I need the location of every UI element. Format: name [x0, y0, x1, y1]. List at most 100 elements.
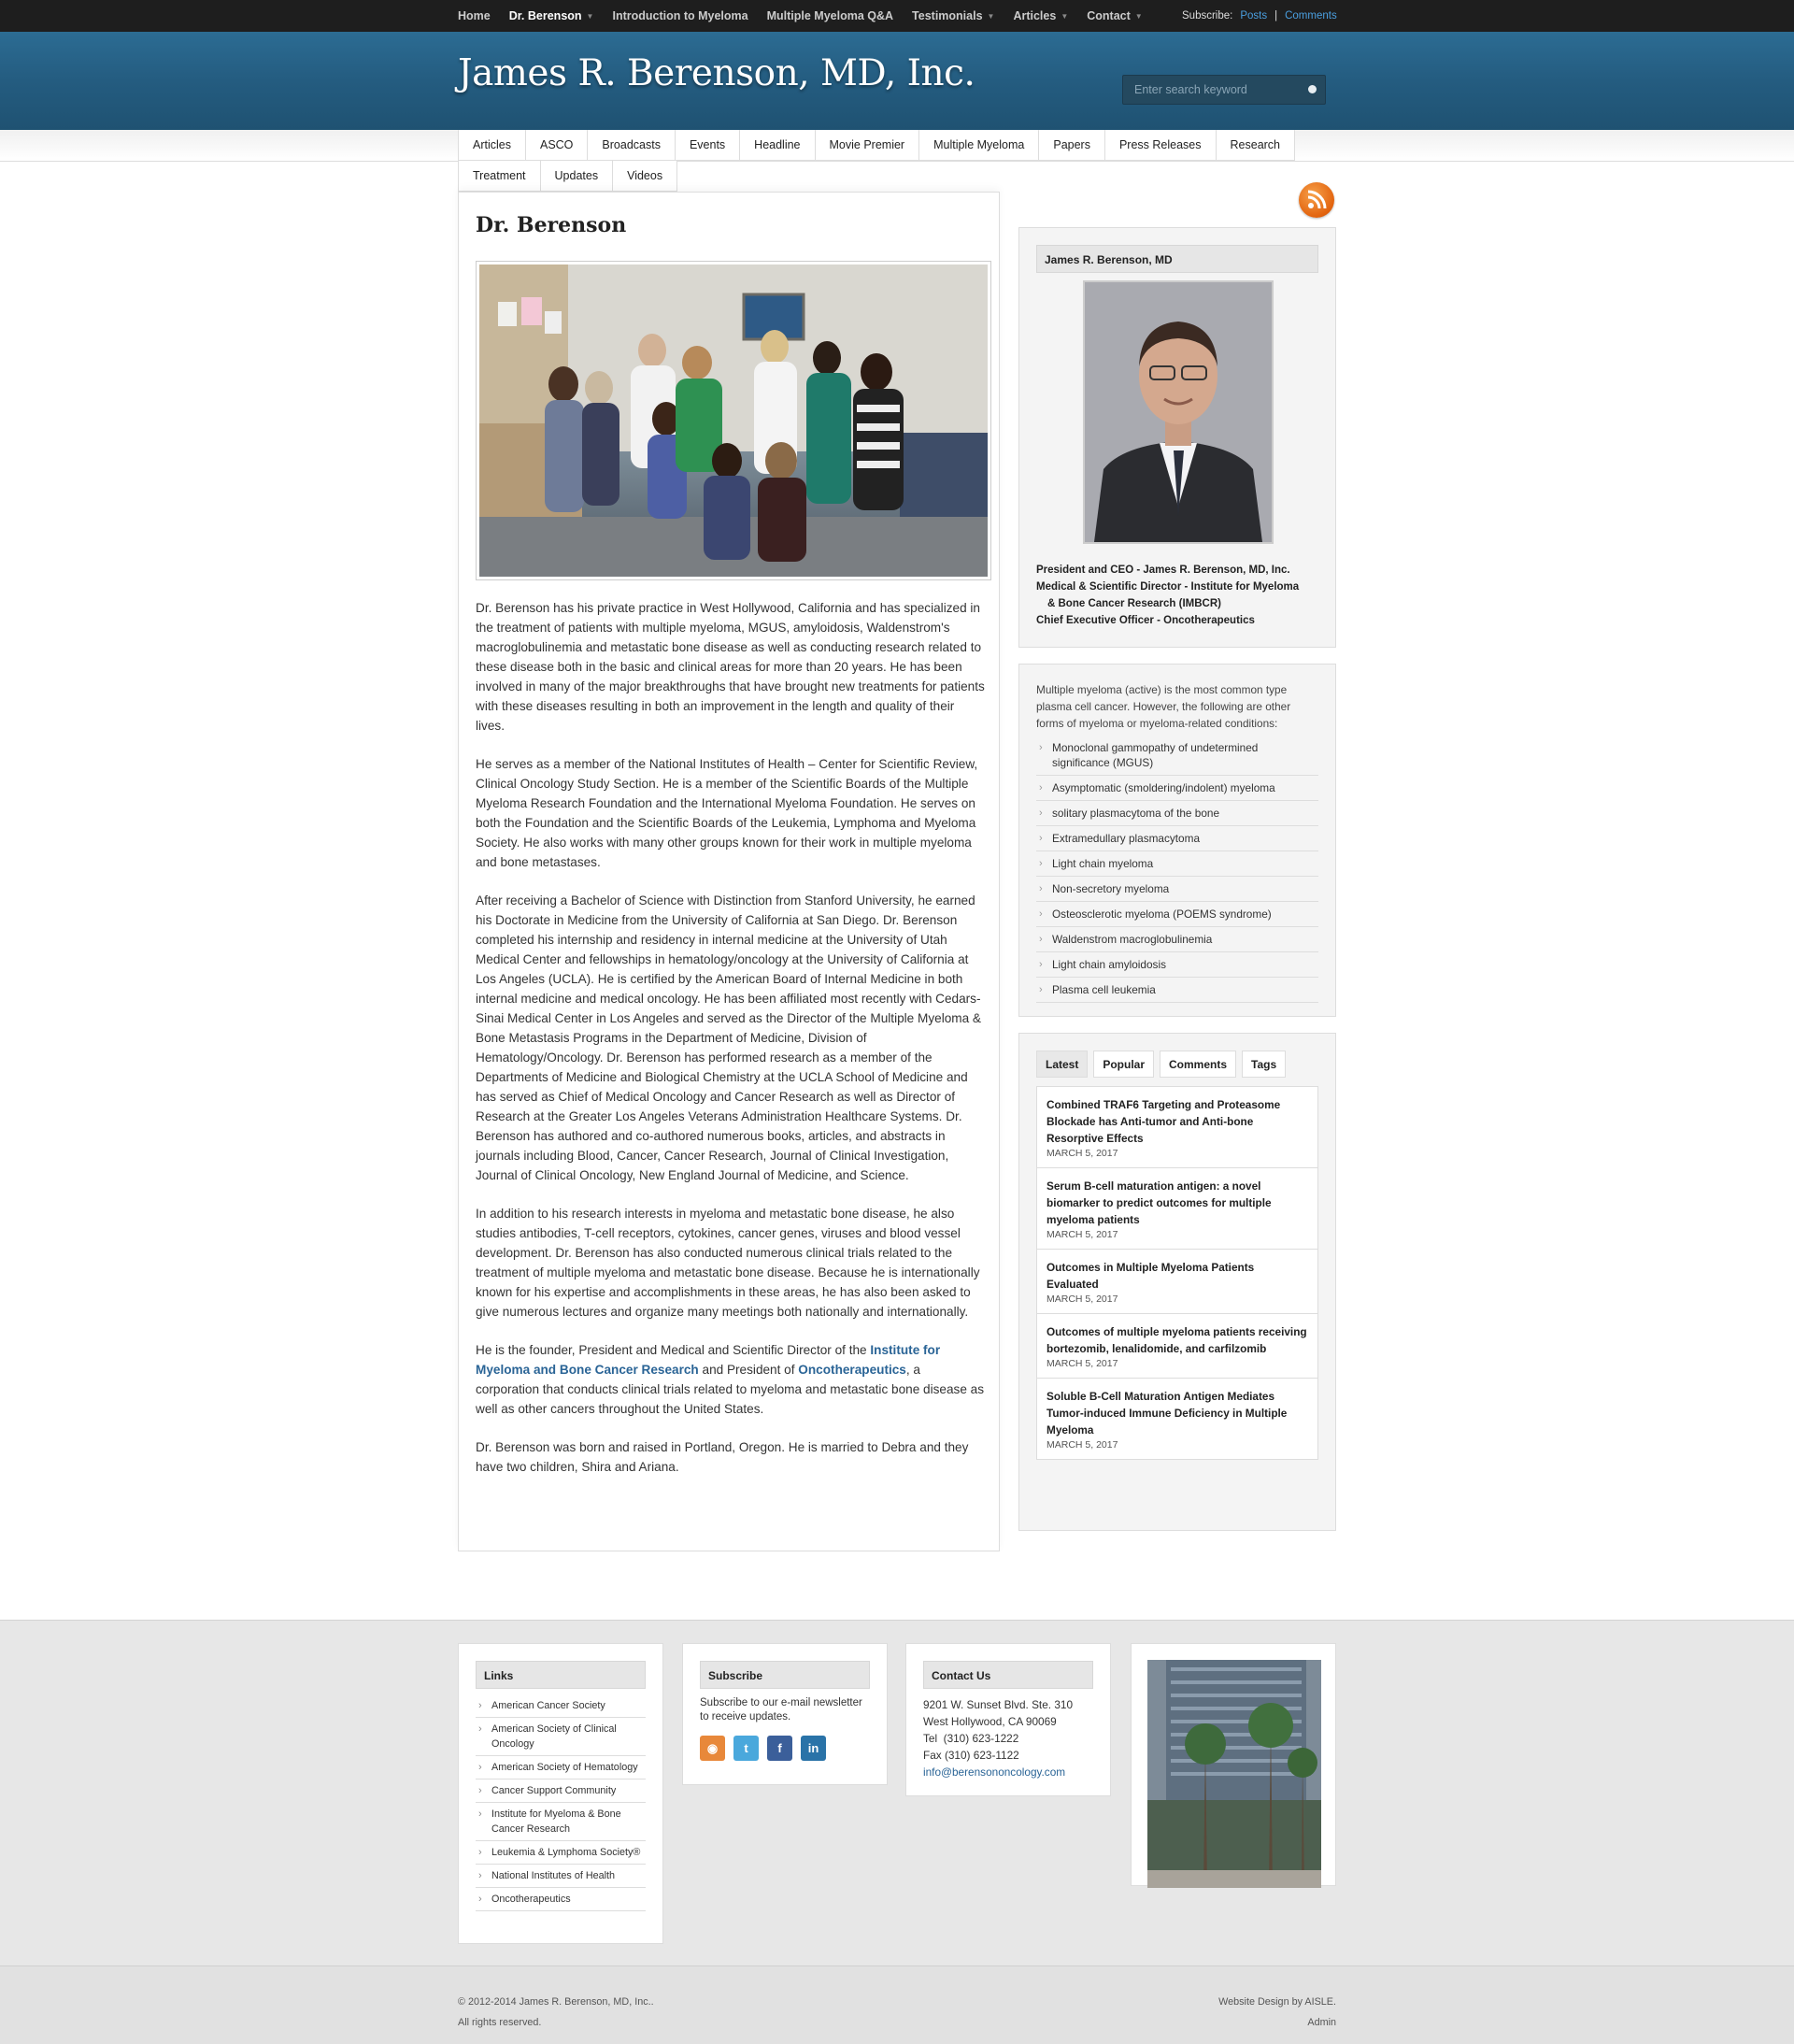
chevron-right-icon: ›	[478, 1723, 482, 1735]
footer-link-item[interactable]: › American Society of Hematology	[476, 1756, 646, 1780]
types-list-item[interactable]: › Asymptomatic (smoldering/indolent) myel…	[1036, 776, 1318, 801]
topnav-item[interactable]: Multiple Myeloma Q&A	[767, 9, 893, 22]
topnav-item[interactable]: Articles ▼	[1013, 9, 1068, 22]
search-icon[interactable]	[1308, 85, 1317, 93]
chevron-right-icon: ›	[478, 1762, 482, 1773]
topnav-item[interactable]: Testimonials ▼	[912, 9, 994, 22]
chevron-right-icon: ›	[1039, 883, 1043, 894]
post-title[interactable]: Outcomes in Multiple Myeloma Patients Ev…	[1046, 1259, 1308, 1293]
topnav-item-label: Articles	[1013, 9, 1057, 22]
role-line: President and CEO - James R. Berenson, M…	[1036, 565, 1290, 576]
oncotherapeutics-link[interactable]: Oncotherapeutics	[798, 1363, 906, 1377]
post-title[interactable]: Serum B-cell maturation antigen: a novel…	[1046, 1178, 1308, 1228]
category-tab[interactable]: Events	[675, 130, 741, 161]
footer-link-item[interactable]: › Leukemia & Lymphoma Society®	[476, 1841, 646, 1865]
topnav-item[interactable]: Contact ▼	[1087, 9, 1142, 22]
tab-comments[interactable]: Comments	[1160, 1051, 1237, 1078]
topnav-item-label: Contact	[1087, 9, 1131, 22]
rss-feed-icon[interactable]	[1299, 182, 1334, 218]
bio-text: He is the founder, President and Medical…	[476, 1343, 871, 1357]
contact-email-link[interactable]: info@berensononcology.com	[923, 1765, 1065, 1779]
footer-links-list: › American Cancer Society › American Societ…	[476, 1694, 646, 1911]
chevron-right-icon: ›	[1039, 908, 1043, 920]
footer-link-item[interactable]: › National Institutes of Health	[476, 1865, 646, 1888]
topnav-item[interactable]: Introduction to Myeloma	[612, 9, 748, 22]
post-list-item[interactable]: Outcomes in Multiple Myeloma Patients Ev…	[1037, 1250, 1317, 1314]
types-list-item[interactable]: › Extramedullary plasmacytoma	[1036, 826, 1318, 851]
tab-tags[interactable]: Tags	[1242, 1051, 1287, 1078]
types-list-item[interactable]: › Non-secretory myeloma	[1036, 877, 1318, 902]
contact-phone: Tel (310) 623-1222	[923, 1732, 1019, 1745]
category-tab[interactable]: Papers	[1039, 130, 1105, 161]
category-tab[interactable]: Broadcasts	[588, 130, 676, 161]
post-title[interactable]: Outcomes of multiple myeloma patients re…	[1046, 1323, 1308, 1357]
chevron-right-icon: ›	[1039, 934, 1043, 945]
facebook-icon[interactable]: f	[767, 1736, 792, 1761]
post-list-item[interactable]: Serum B-cell maturation antigen: a novel…	[1037, 1168, 1317, 1250]
chevron-right-icon: ›	[478, 1785, 482, 1796]
links-heading: Links	[476, 1661, 646, 1689]
chevron-right-icon: ›	[1039, 808, 1043, 819]
top-navigation: Home Dr. Berenson ▼ Introduction to Myeloma…	[458, 0, 1161, 32]
category-tab[interactable]: Movie Premier	[815, 130, 920, 161]
topnav-item[interactable]: Dr. Berenson ▼	[509, 9, 594, 22]
types-list-item[interactable]: › Osteosclerotic myeloma (POEMS syndrome)	[1036, 902, 1318, 927]
admin-link[interactable]: Admin	[1218, 2012, 1336, 2033]
footer-link-item[interactable]: › Institute for Myeloma & Bone Cancer Res…	[476, 1803, 646, 1841]
subscribe-text: Subscribe to our e-mail newsletter to re…	[700, 1697, 862, 1722]
category-tab[interactable]: Press Releases	[1104, 130, 1217, 161]
footer-link-item[interactable]: › Oncotherapeutics	[476, 1888, 646, 1911]
types-list-item[interactable]: › Light chain myeloma	[1036, 851, 1318, 877]
types-list-item[interactable]: › solitary plasmacytoma of the bone	[1036, 801, 1318, 826]
footer-link-label: National Institutes of Health	[491, 1870, 616, 1881]
post-title[interactable]: Combined TRAF6 Targeting and Proteasome …	[1046, 1096, 1308, 1147]
twitter-icon[interactable]: t	[733, 1736, 759, 1761]
contact-heading: Contact Us	[923, 1661, 1093, 1689]
footer-link-label: American Cancer Society	[491, 1700, 605, 1711]
tab-popular[interactable]: Popular	[1093, 1051, 1155, 1078]
types-list-item[interactable]: › Waldenstrom macroglobulinemia	[1036, 927, 1318, 952]
footer: Links › American Cancer Society › American …	[0, 1620, 1794, 1965]
category-tab[interactable]: Articles	[458, 130, 526, 161]
chevron-right-icon: ›	[1039, 858, 1043, 869]
category-tab[interactable]: Updates	[540, 161, 614, 192]
profile-roles: President and CEO - James R. Berenson, M…	[1036, 562, 1326, 629]
bio-paragraph: After receiving a Bachelor of Science wi…	[476, 893, 982, 1182]
category-tab[interactable]: Multiple Myeloma	[919, 130, 1040, 161]
category-tab[interactable]: Treatment	[458, 161, 541, 192]
topnav-item[interactable]: Home	[458, 9, 491, 22]
post-list-item[interactable]: Soluble B-Cell Maturation Antigen Mediat…	[1037, 1379, 1317, 1459]
site-title[interactable]: James R. Berenson, MD, Inc.	[458, 52, 975, 94]
post-date: MARCH 5, 2017	[1046, 1439, 1118, 1451]
types-item-label: solitary plasmacytoma of the bone	[1052, 807, 1220, 820]
post-title[interactable]: Soluble B-Cell Maturation Antigen Mediat…	[1046, 1388, 1308, 1438]
tab-latest[interactable]: Latest	[1036, 1051, 1089, 1078]
bottom-bar: © 2012-2014 James R. Berenson, MD, Inc..…	[0, 1965, 1794, 2044]
types-list-item[interactable]: › Light chain amyloidosis	[1036, 952, 1318, 978]
post-date: MARCH 5, 2017	[1046, 1229, 1118, 1240]
comments-feed-link[interactable]: Comments	[1285, 10, 1337, 21]
post-date: MARCH 5, 2017	[1046, 1358, 1118, 1369]
posts-feed-link[interactable]: Posts	[1240, 10, 1267, 21]
category-tab[interactable]: Research	[1216, 130, 1296, 161]
category-tab[interactable]: ASCO	[525, 130, 589, 161]
footer-link-item[interactable]: › American Cancer Society	[476, 1694, 646, 1718]
post-list-item[interactable]: Combined TRAF6 Targeting and Proteasome …	[1037, 1087, 1317, 1168]
social-icons: ◉ t f in	[700, 1736, 870, 1761]
design-credit-link[interactable]: Website Design by AISLE.	[1218, 1992, 1336, 2012]
footer-link-item[interactable]: › Cancer Support Community	[476, 1780, 646, 1803]
bio-paragraph: He is the founder, President and Medical…	[476, 1340, 985, 1419]
types-intro: Multiple myeloma (active) is the most co…	[1036, 683, 1291, 730]
types-item-label: Light chain amyloidosis	[1052, 958, 1166, 971]
footer-link-item[interactable]: › American Society of Clinical Oncology	[476, 1718, 646, 1756]
chevron-down-icon: ▼	[586, 11, 594, 21]
types-list-item[interactable]: › Plasma cell leukemia	[1036, 978, 1318, 1003]
linkedin-icon[interactable]: in	[801, 1736, 826, 1761]
rss-icon[interactable]: ◉	[700, 1736, 725, 1761]
category-tab[interactable]: Videos	[613, 161, 678, 192]
category-tab[interactable]: Headline	[740, 130, 816, 161]
contact-details: 9201 W. Sunset Blvd. Ste. 310 West Holly…	[923, 1696, 1093, 1780]
types-list-item[interactable]: › Monoclonal gammopathy of undetermined s…	[1036, 736, 1318, 776]
search-input[interactable]	[1134, 83, 1303, 96]
post-list-item[interactable]: Outcomes of multiple myeloma patients re…	[1037, 1314, 1317, 1379]
